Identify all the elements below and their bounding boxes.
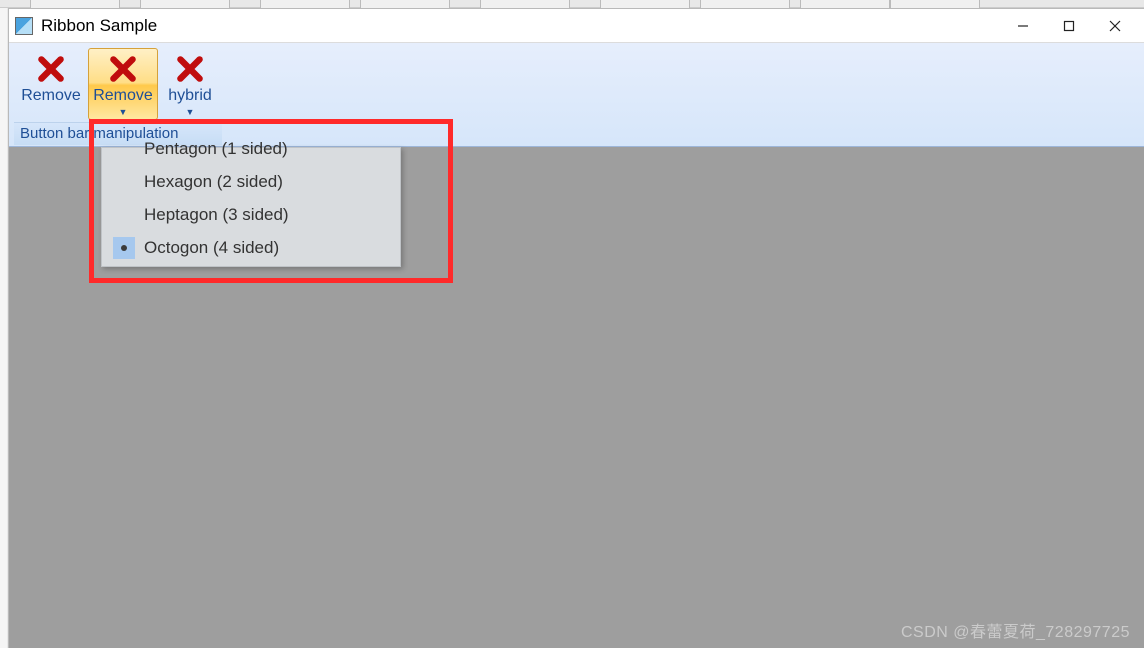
dropdown-item-heptagon[interactable]: Heptagon (3 sided) <box>104 198 398 231</box>
app-icon <box>15 17 33 35</box>
titlebar: Ribbon Sample <box>9 9 1144 43</box>
dropdown-item-icon <box>110 237 138 259</box>
x-mark-icon <box>107 53 139 85</box>
dropdown-menu: Pentagon (1 sided) Hexagon (2 sided) Hep… <box>101 147 401 267</box>
app-window: Ribbon Sample Remove <box>8 8 1144 648</box>
bullet-icon <box>121 245 127 251</box>
dropdown-item-pentagon[interactable]: Pentagon (1 sided) <box>104 132 398 165</box>
remove-button-1-label: Remove <box>21 87 81 105</box>
client-area: Pentagon (1 sided) Hexagon (2 sided) Hep… <box>9 147 1144 648</box>
dropdown-item-label: Heptagon (3 sided) <box>144 205 289 225</box>
remove-dropdown-label: Remove <box>93 87 153 105</box>
window-title: Ribbon Sample <box>41 16 1000 36</box>
x-mark-icon <box>174 53 206 85</box>
chevron-down-icon: ▼ <box>186 107 195 117</box>
hybrid-dropdown-label: hybrid <box>168 87 212 105</box>
chevron-down-icon: ▼ <box>119 107 128 117</box>
x-mark-icon <box>35 53 67 85</box>
watermark-text: CSDN @春蕾夏荷_728297725 <box>901 618 1130 642</box>
close-button[interactable] <box>1092 12 1138 40</box>
dropdown-item-label: Octogon (4 sided) <box>144 238 279 258</box>
remove-dropdown-button[interactable]: Remove ▼ <box>88 48 158 120</box>
dropdown-item-hexagon[interactable]: Hexagon (2 sided) <box>104 165 398 198</box>
remove-button-1[interactable]: Remove <box>16 48 86 120</box>
maximize-button[interactable] <box>1046 12 1092 40</box>
hybrid-dropdown-button[interactable]: hybrid ▼ <box>160 48 220 120</box>
dropdown-item-label: Hexagon (2 sided) <box>144 172 283 192</box>
background-tabs-strip <box>0 0 1144 8</box>
dropdown-item-label: Pentagon (1 sided) <box>144 139 288 159</box>
ribbon-group-buttonbar: Remove Remove ▼ hybrid ▼ Butt <box>13 45 223 146</box>
minimize-button[interactable] <box>1000 12 1046 40</box>
dropdown-item-octogon[interactable]: Octogon (4 sided) <box>104 231 398 264</box>
